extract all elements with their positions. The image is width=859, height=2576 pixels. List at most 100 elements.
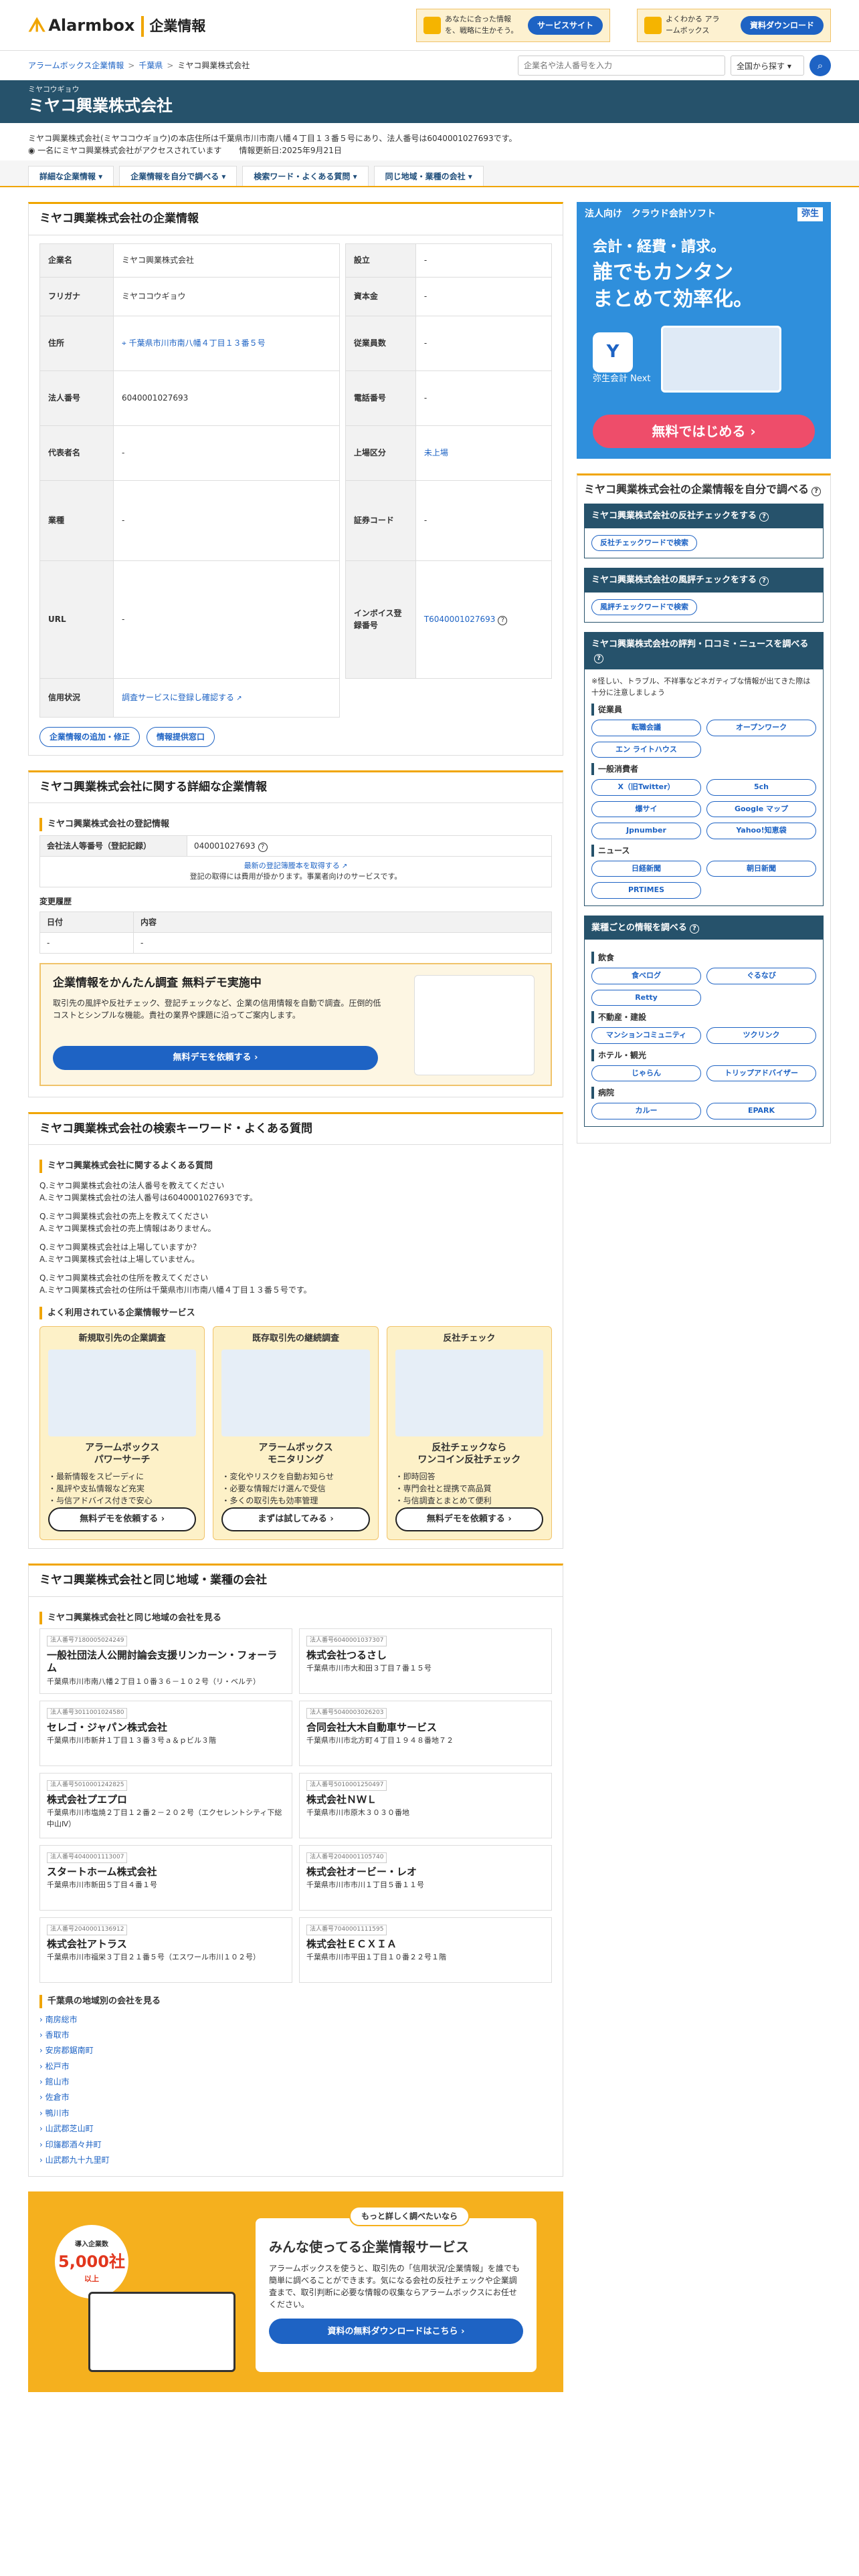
company-card[interactable]: 法人番号7180005024249 一般社団法人公開討論会支援リンカーン・フォーラ… [39,1628,292,1694]
document-download-banner[interactable]: よくわかる アラームボックス 資料ダウンロード [637,8,831,42]
request-demo-button[interactable]: 無料デモを依頼する › [48,1507,197,1531]
list-item[interactable]: 南房総市 [39,2012,552,2028]
detail-section: ミヤコ興業株式会社に関する詳細な企業情報 ミヤコ興業株式会社の登記情報 会社法人… [28,770,563,1097]
tab-same-area[interactable]: 同じ地域・業種の会社 ▾ [373,166,484,186]
list-item[interactable]: 山武郡九十九里町 [39,2153,552,2168]
help-icon[interactable]: ? [258,842,268,852]
address-map-link[interactable]: ⌖ 千葉県市川市南八幡４丁目１３番５号 [122,338,266,348]
company-card[interactable]: 法人番号5010001242825 株式会社プエプロ 千葉県市川市塩焼２丁目１２番２… [39,1773,292,1838]
device-illustration [88,2292,235,2373]
breadcrumb-link[interactable]: アラームボックス企業情報 [28,61,124,70]
help-icon[interactable]: ? [594,653,603,663]
link-button[interactable]: エン ライトハウス [591,741,701,758]
service-card-monitoring: 既存取引先の継続調査 アラームボックス モニタリング ・変化やリスクを自動お知らせ… [213,1326,379,1540]
company-card[interactable]: 法人番号5010001250497 株式会社ＮＷＬ 千葉県市川市原木３０３０番地 [299,1773,552,1838]
link-button[interactable]: ぐるなび [706,968,816,984]
reputation-check-box: ミヤコ興業株式会社の風評チェックをする? 風評チェックワードで検索 [584,568,824,623]
industry-check-box: 業種ごとの情報を調べる? 飲食 食べログ ぐるなび Retty 不動産・建設 マンシ… [584,915,824,1127]
list-item[interactable]: 館山市 [39,2074,552,2090]
eye-icon: ◉ [28,146,38,155]
anti-social-search-button[interactable]: 反社チェックワードで検索 [591,534,697,552]
same-area-section: ミヤコ興業株式会社と同じ地域・業種の会社 ミヤコ興業株式会社と同じ地域の会社を見… [28,1564,563,2177]
list-item[interactable]: 印旛郡酒々井町 [39,2137,552,2153]
link-button[interactable]: Jpnumber [591,823,701,839]
search-input[interactable] [518,56,725,76]
list-item[interactable]: 安房郡鋸南町 [39,2043,552,2058]
link-button[interactable]: 5ch [706,779,816,796]
tab-nav: 詳細な企業情報 ▾ 企業情報を自分で調べる ▾ 検索ワード・よくある質問 ▾ 同… [0,160,859,187]
company-card[interactable]: 法人番号2040001105740 株式会社オービー・レオ 千葉県市川市市川１丁目５… [299,1845,552,1911]
company-card[interactable]: 法人番号7040001111595 株式会社ＥＣＸＩＡ 千葉県市川市平田１丁目１０番… [299,1917,552,1983]
service-screenshot [221,1349,370,1436]
company-card[interactable]: 法人番号6040001037307 株式会社つるさし 千葉県市川市大和田３丁目７番１… [299,1628,552,1694]
list-item[interactable]: 松戸市 [39,2059,552,2074]
link-button[interactable]: 朝日新聞 [706,860,816,877]
service-screenshot [395,1349,543,1436]
link-button[interactable]: オープンワーク [706,720,816,736]
link-button[interactable]: 食べログ [591,968,701,984]
link-button[interactable]: ツクリンク [706,1027,816,1044]
link-button[interactable]: 日経新聞 [591,860,701,877]
link-button[interactable]: Google マップ [706,800,816,818]
faq-section: ミヤコ興業株式会社の検索キーワード・よくある質問 ミヤコ興業株式会社に関するよく… [28,1111,563,1549]
service-promo-banner: 導入企業数 5,000社 以上 もっと詳しく調べたいなら みんな使ってる企業情報サー… [28,2191,563,2393]
credit-status-link[interactable]: 調査サービスに登録し確認する [122,693,242,702]
link-button[interactable]: 転職会議 [591,720,701,736]
help-icon[interactable]: ? [812,487,822,496]
table-row: -- [39,932,552,954]
link-button[interactable]: カルー [591,1103,701,1119]
list-item[interactable]: 鴨川市 [39,2106,552,2121]
intro: ミヤコ興業株式会社(ミヤココウギョウ)の本店住所は千葉県市川市南八幡４丁目１３番… [28,134,517,155]
download-document-button[interactable]: 資料の無料ダウンロードはこちら › [269,2319,523,2345]
link-button[interactable]: EPARK [706,1103,816,1119]
try-button[interactable]: まずは試してみる › [221,1507,370,1531]
company-info-table-right: 設立 - 資本金 - 従業員数 - 電話番号 - 上場区分 未上場 証券コード - インボイ… [345,243,553,679]
company-kana: ミヤコウギョウ [28,85,80,94]
list-item[interactable]: 山武郡芝山町 [39,2121,552,2137]
service-card-power-search: 新規取引先の企業調査 アラームボックス パワーサーチ ・最新情報をスピーディに ・風… [39,1326,205,1540]
company-card[interactable]: 法人番号3011001024580 セレゴ・ジャパン株式会社 千葉県市川市新井１丁目… [39,1701,292,1766]
tab-faq[interactable]: 検索ワード・よくある質問 ▾ [242,166,369,186]
link-button[interactable]: マンションコミュニティ [591,1027,701,1044]
company-card[interactable]: 法人番号5040003026203 合同会社大木自動車サービス 千葉県市川市北方町４… [299,1701,552,1766]
link-button[interactable]: じゃらん [591,1065,701,1082]
link-button[interactable]: トリップアドバイザー [706,1065,816,1082]
company-card[interactable]: 法人番号4040001113007 スタートホーム株式会社 千葉県市川市新田５丁目４… [39,1845,292,1911]
site-logo[interactable]: ᗑ Alarmbox 企業情報 [28,9,205,41]
search-scope-select[interactable]: 全国から探す ▾ [731,56,804,76]
reputation-search-button[interactable]: 風評チェックワードで検索 [591,599,697,616]
link-button[interactable]: Retty [591,989,701,1006]
yayoi-ad-banner[interactable]: 法人向け クラウド会計ソフト 弥生 会計・経費・請求。 誰でもカンタン まとめて効率化… [577,202,831,459]
listing-link[interactable]: 未上場 [424,448,448,457]
logo-mark-icon: ᗑ [28,13,46,36]
help-icon[interactable]: ? [498,616,508,625]
breadcrumb-bar: アラームボックス企業情報>千葉県>ミヤコ興業株式会社 全国から探す ▾ ⌕ [0,51,859,80]
request-demo-button[interactable]: 無料デモを依頼する › [395,1507,543,1531]
help-icon[interactable]: ? [689,924,699,934]
breadcrumb-link[interactable]: 千葉県 [138,61,163,70]
list-item[interactable]: 佐倉市 [39,2090,552,2105]
registry-copy-link[interactable]: 最新の登記簿謄本を取得する [244,861,348,870]
request-demo-button[interactable]: 無料デモを依頼する › [53,1045,378,1070]
start-free-button[interactable]: 無料ではじめる › [593,415,815,448]
help-icon[interactable]: ? [759,576,769,586]
document-download-button[interactable]: 資料ダウンロード [740,15,824,35]
tab-detail[interactable]: 詳細な企業情報 ▾ [28,166,114,186]
company-card[interactable]: 法人番号2040001136912 株式会社アトラス 千葉県市川市福栄３丁目２１番５… [39,1917,292,1983]
link-button[interactable]: 爆サイ [591,800,701,818]
search-icon[interactable]: ⌕ [809,55,831,76]
link-button[interactable]: Yahoo!知恵袋 [706,823,816,839]
tab-self-research[interactable]: 企業情報を自分で調べる ▾ [119,166,237,186]
list-item[interactable]: 香取市 [39,2028,552,2043]
link-button[interactable]: X（旧Twitter） [591,779,701,796]
invoice-number-link[interactable]: T6040001027693 [424,615,496,624]
provide-info-button[interactable]: 情報提供窓口 [147,726,215,747]
service-site-banner[interactable]: あなたに合った情報を、戦略に生かそう。 サービスサイト [416,8,610,42]
help-icon[interactable]: ? [759,512,769,522]
link-button[interactable]: PRTIMES [591,882,701,899]
area-list: 南房総市 香取市 安房郡鋸南町 松戸市 館山市 佐倉市 鴨川市 山武郡芝山町 印… [39,2012,552,2169]
company-info-table-left: 企業名 ミヤコ興業株式会社 フリガナ ミヤココウギョウ 住所 ⌖ 千葉県市川市南八幡４… [39,243,340,718]
edit-info-button[interactable]: 企業情報の追加・修正 [39,726,140,747]
laptop-illustration [661,325,782,393]
service-site-button[interactable]: サービスサイト [527,15,603,35]
